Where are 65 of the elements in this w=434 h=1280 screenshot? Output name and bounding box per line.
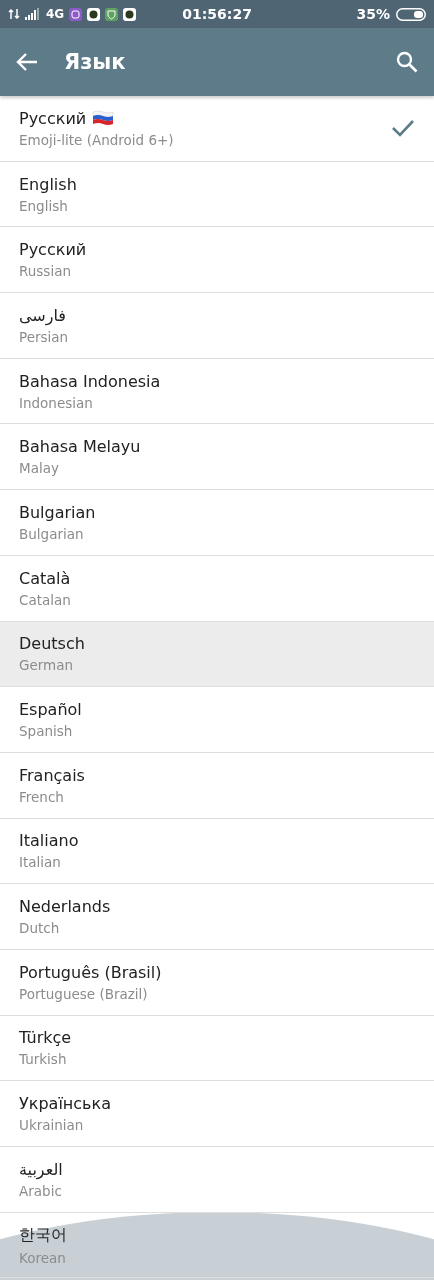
language-item[interactable]: Italiano Italian xyxy=(0,818,434,885)
language-subtitle: Italian xyxy=(19,854,62,871)
language-name: Português (Brasil) xyxy=(19,962,162,982)
language-item[interactable]: Українська Ukrainian xyxy=(0,1081,434,1147)
language-subtitle: Turkish xyxy=(19,1051,68,1068)
language-item[interactable]: English English xyxy=(0,161,434,228)
language-subtitle: German xyxy=(19,657,75,674)
language-item[interactable]: Português (Brasil) Portuguese (Brazil) xyxy=(0,949,434,1016)
language-item[interactable]: 한국어 Korean xyxy=(0,1212,434,1279)
language-name: Français xyxy=(19,765,85,785)
language-subtitle: Malay xyxy=(19,460,60,477)
language-name: Русский xyxy=(19,108,87,128)
language-item[interactable]: Español Spanish xyxy=(0,687,434,753)
language-subtitle: Indonesian xyxy=(19,394,94,411)
language-subtitle: Persian xyxy=(19,328,70,345)
app-icon xyxy=(69,7,83,21)
language-subtitle: Dutch xyxy=(19,920,61,937)
back-button[interactable] xyxy=(16,52,38,72)
language-item[interactable]: Nederlands Dutch xyxy=(0,884,434,950)
app-icon xyxy=(87,7,101,21)
language-item[interactable]: Català Catalan xyxy=(0,555,434,622)
language-item[interactable]: Français French xyxy=(0,752,434,819)
language-item[interactable]: Bahasa Melayu Malay xyxy=(0,424,434,491)
language-item[interactable]: Bahasa Indonesia Indonesian xyxy=(0,358,434,425)
language-subtitle: Spanish xyxy=(19,723,74,740)
language-item[interactable]: Türkçe Turkish xyxy=(0,1015,434,1082)
language-subtitle: Russian xyxy=(19,263,72,280)
language-item[interactable]: Русский Emoji-lite (Android 6+) xyxy=(0,96,434,162)
language-item[interactable]: Deutsch German xyxy=(0,621,434,688)
language-name: Bahasa Melayu xyxy=(19,437,141,457)
battery-icon xyxy=(396,7,426,21)
language-subtitle: Arabic xyxy=(19,1182,63,1199)
language-subtitle: Portuguese (Brazil) xyxy=(19,985,149,1002)
language-name: Русский xyxy=(19,240,87,260)
language-name: Bulgarian xyxy=(19,502,96,522)
language-name: Nederlands xyxy=(19,897,111,917)
language-name: 한국어 xyxy=(19,1224,67,1246)
language-name: Español xyxy=(19,700,82,720)
battery-percent: 35% xyxy=(356,6,390,22)
language-subtitle: Korean xyxy=(19,1249,67,1266)
search-button[interactable] xyxy=(396,51,418,73)
app-icon xyxy=(123,7,137,21)
language-subtitle: Emoji-lite (Android 6+) xyxy=(19,131,175,148)
language-subtitle: French xyxy=(19,788,65,805)
language-name: Українська xyxy=(19,1094,111,1114)
language-name: English xyxy=(19,174,77,194)
language-item[interactable]: Bulgarian Bulgarian xyxy=(0,490,434,556)
language-name: فارسی xyxy=(19,305,66,325)
language-name: Català xyxy=(19,568,71,588)
language-subtitle: Bulgarian xyxy=(19,525,85,542)
language-subtitle: Ukrainian xyxy=(19,1117,85,1134)
language-name: Deutsch xyxy=(19,634,85,654)
language-name: العربية xyxy=(19,1159,63,1179)
language-name: Italiano xyxy=(19,831,79,851)
language-name: Bahasa Indonesia xyxy=(19,371,161,391)
clock: 01:56:27 xyxy=(182,6,253,22)
language-subtitle: English xyxy=(19,197,69,214)
signal-icon xyxy=(25,8,41,20)
data-arrows-icon xyxy=(8,8,20,20)
screen-title: Язык xyxy=(64,50,127,74)
language-subtitle: Catalan xyxy=(19,591,72,608)
shield-icon xyxy=(105,7,119,21)
language-name: Türkçe xyxy=(19,1028,72,1048)
network-label: 4G xyxy=(46,7,65,21)
language-item[interactable]: Русский Russian xyxy=(0,227,434,294)
